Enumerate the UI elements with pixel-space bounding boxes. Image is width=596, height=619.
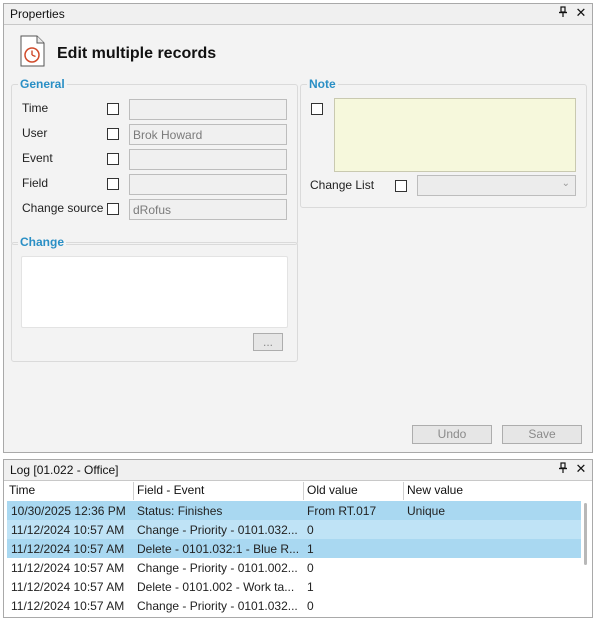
page-title: Edit multiple records <box>57 45 217 62</box>
table-row[interactable]: 11/12/2024 10:57 AM Change - Priority - … <box>7 520 581 539</box>
change-legend: Change <box>18 235 67 249</box>
cell-time: 11/12/2024 10:57 AM <box>11 560 125 575</box>
general-group: General Time User Brok Howard Event Fiel… <box>11 77 298 245</box>
user-label: User <box>22 126 48 140</box>
change-textarea[interactable] <box>21 256 288 328</box>
column-header-time[interactable]: Time <box>9 483 35 497</box>
cell-field-event: Change - Priority - 0101.032... <box>133 520 303 539</box>
log-scrollbar-thumb[interactable] <box>584 503 587 565</box>
column-divider[interactable] <box>403 482 404 500</box>
log-table: 10/30/2025 12:36 PM Status: Finishes Fro… <box>7 501 581 615</box>
column-divider[interactable] <box>303 482 304 500</box>
cell-time: 11/12/2024 10:57 AM <box>11 598 125 613</box>
cell-time: 11/12/2024 10:57 AM <box>7 520 133 539</box>
user-checkbox[interactable] <box>107 128 119 140</box>
log-panel-title: Log [01.022 - Office] <box>10 463 119 477</box>
cell-time: 11/12/2024 10:57 AM <box>11 579 125 594</box>
properties-content: Edit multiple records General Time User … <box>4 25 592 452</box>
properties-panel-title: Properties <box>10 7 65 21</box>
log-table-body: 10/30/2025 12:36 PM Status: Finishes Fro… <box>7 501 582 619</box>
clock-document-icon <box>18 35 46 70</box>
log-scrollbar[interactable] <box>582 501 590 617</box>
cell-old-value: 0 <box>307 598 314 613</box>
properties-titlebar: Properties ✕ <box>4 4 592 25</box>
cell-field-event: Change - Priority - 0101.032... <box>137 598 298 613</box>
user-field[interactable]: Brok Howard <box>129 124 287 145</box>
note-group: Note Change List ⌄ <box>300 77 587 208</box>
change-source-label: Change source <box>22 201 104 215</box>
table-row[interactable]: 11/12/2024 10:57 AM Delete - 0101.032:1 … <box>7 539 581 558</box>
column-header-old-value[interactable]: Old value <box>307 483 358 497</box>
time-checkbox[interactable] <box>107 103 119 115</box>
cell-time: 10/30/2025 12:36 PM <box>7 501 133 520</box>
change-group: Change ... <box>11 235 298 362</box>
note-legend: Note <box>307 77 338 91</box>
column-header-new-value[interactable]: New value <box>407 483 463 497</box>
field-checkbox[interactable] <box>107 178 119 190</box>
chevron-down-icon: ⌄ <box>561 178 570 189</box>
close-icon[interactable]: ✕ <box>574 462 588 476</box>
cell-new-value <box>403 596 581 615</box>
time-field[interactable] <box>129 99 287 120</box>
change-source-checkbox[interactable] <box>107 203 119 215</box>
cell-field-event: Delete - 0101.002 - Work ta... <box>137 579 295 594</box>
cell-old-value: 1 <box>307 579 314 594</box>
field-label: Field <box>22 176 49 190</box>
change-source-field[interactable]: dRofus <box>129 199 287 220</box>
cell-old-value: From RT.017 <box>303 501 403 520</box>
field-field[interactable] <box>129 174 287 195</box>
undo-button[interactable]: Undo <box>412 425 492 444</box>
close-icon[interactable]: ✕ <box>574 6 588 20</box>
note-checkbox[interactable] <box>311 103 323 115</box>
cell-old-value: 1 <box>303 539 403 558</box>
event-label: Event <box>22 151 53 165</box>
table-row[interactable]: 11/12/2024 10:57 AM Change - Priority - … <box>7 558 581 577</box>
table-row[interactable]: 11/12/2024 10:57 AM Change - Priority - … <box>7 596 581 615</box>
column-divider[interactable] <box>133 482 134 500</box>
cell-time: 11/12/2024 10:57 AM <box>7 539 133 558</box>
table-row[interactable]: 11/12/2024 10:57 AM Delete - 0101.002 - … <box>7 577 581 596</box>
ellipsis-button[interactable]: ... <box>253 333 283 351</box>
cell-new-value <box>403 558 581 577</box>
event-field[interactable] <box>129 149 287 170</box>
cell-new-value <box>403 520 581 539</box>
log-panel: Log [01.022 - Office] ✕ Time Field - Eve… <box>3 459 593 618</box>
cell-old-value: 0 <box>303 520 403 539</box>
change-list-dropdown[interactable]: ⌄ <box>417 175 576 196</box>
time-label: Time <box>22 101 49 115</box>
save-button[interactable]: Save <box>502 425 582 444</box>
cell-new-value <box>403 539 581 558</box>
cell-new-value: Unique <box>403 501 581 520</box>
event-checkbox[interactable] <box>107 153 119 165</box>
log-titlebar: Log [01.022 - Office] ✕ <box>4 460 592 481</box>
properties-panel: Properties ✕ Edit multiple records Gener… <box>3 3 593 453</box>
cell-field-event: Status: Finishes <box>133 501 303 520</box>
note-textarea[interactable] <box>334 98 576 172</box>
cell-field-event: Delete - 0101.032:1 - Blue R... <box>133 539 303 558</box>
change-list-checkbox[interactable] <box>395 180 407 192</box>
column-header-field-event[interactable]: Field - Event <box>137 483 204 497</box>
general-legend: General <box>18 77 67 91</box>
table-row[interactable]: 10/30/2025 12:36 PM Status: Finishes Fro… <box>7 501 581 520</box>
cell-new-value <box>403 577 581 596</box>
cell-field-event: Change - Priority - 0101.002... <box>137 560 298 575</box>
change-list-label: Change List <box>310 178 375 192</box>
pin-icon[interactable] <box>556 462 570 477</box>
pin-icon[interactable] <box>556 6 570 21</box>
cell-old-value: 0 <box>307 560 314 575</box>
